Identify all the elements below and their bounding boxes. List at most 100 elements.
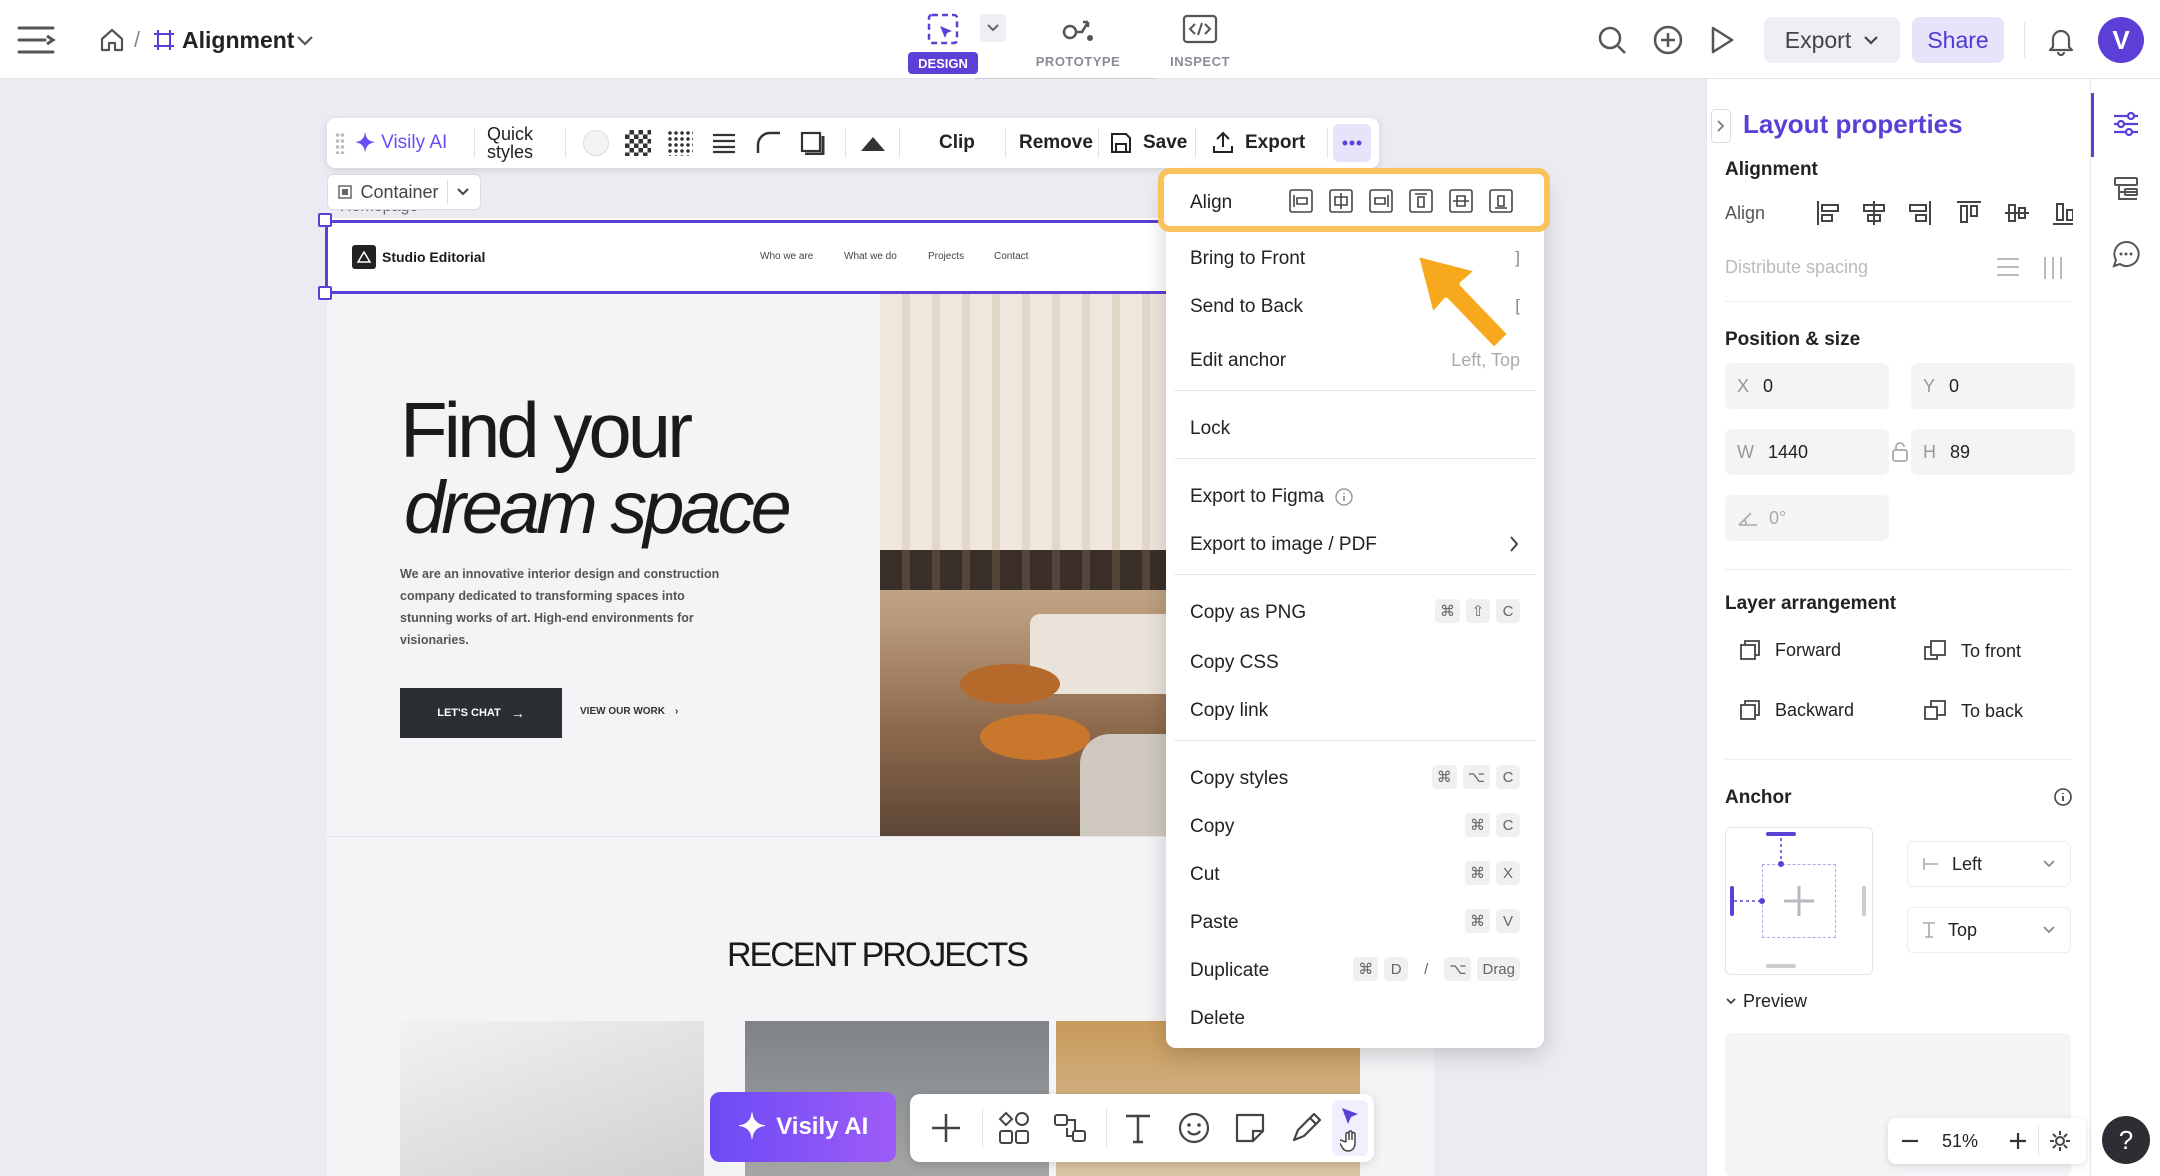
corner-radius-icon[interactable] <box>755 130 783 156</box>
x-field[interactable]: X0 <box>1725 363 1889 409</box>
view-work-label: VIEW OUR WORK <box>580 706 665 717</box>
anchor-horizontal-select[interactable]: Left <box>1907 841 2071 887</box>
menu-item-copy-link[interactable]: Copy link <box>1190 700 1268 722</box>
chevron-down-icon[interactable] <box>294 30 316 52</box>
menu-item-copy-css[interactable]: Copy CSS <box>1190 652 1279 674</box>
zoom-in-icon[interactable] <box>2008 1131 2028 1151</box>
arrow-right-icon: → <box>510 705 525 721</box>
forward-icon <box>1740 640 1760 660</box>
text-icon[interactable] <box>1120 1110 1156 1146</box>
line-style-icon[interactable] <box>711 130 737 156</box>
tab-design[interactable]: DESIGN <box>908 8 978 74</box>
menu-item-cut[interactable]: Cut <box>1190 864 1220 886</box>
menu-item-bring-to-front[interactable]: Bring to Front <box>1190 248 1305 270</box>
sticky-note-icon[interactable] <box>1232 1110 1268 1146</box>
emoji-icon[interactable] <box>1176 1110 1212 1146</box>
menu-item-copy-styles[interactable]: Copy styles <box>1190 768 1288 790</box>
zoom-level[interactable]: 51% <box>1942 1131 1978 1152</box>
align-icons[interactable] <box>1288 188 1528 214</box>
to-back-button[interactable]: To back <box>1923 699 2023 723</box>
home-icon[interactable] <box>96 24 128 56</box>
distribute-icons[interactable] <box>1995 255 2071 281</box>
hero-body: We are an innovative interior design and… <box>400 567 720 647</box>
shortcut: ⌘ D / ⌥ Drag <box>1353 957 1520 981</box>
plus-icon[interactable] <box>928 1110 964 1146</box>
pen-icon[interactable] <box>1288 1110 1324 1146</box>
resize-handle[interactable] <box>318 213 332 227</box>
components-icon[interactable] <box>996 1110 1032 1146</box>
menu-item-paste[interactable]: Paste <box>1190 912 1239 934</box>
anchor-widget[interactable] <box>1725 827 1873 975</box>
quick-styles-button[interactable]: Quick styles <box>487 118 533 168</box>
anchor-vertical-select[interactable]: Top <box>1907 907 2071 953</box>
opacity-icon[interactable] <box>625 130 651 156</box>
pointer-tool-group[interactable] <box>1332 1100 1368 1156</box>
view-work-link[interactable]: VIEW OUR WORK › <box>580 706 678 717</box>
fill-color-swatch[interactable] <box>583 130 609 156</box>
preview-toggle[interactable]: Preview <box>1725 991 1807 1012</box>
play-icon[interactable] <box>1704 22 1740 58</box>
menu-item-lock[interactable]: Lock <box>1190 418 1230 440</box>
menu-item-edit-anchor[interactable]: Edit anchor <box>1190 350 1286 372</box>
search-icon[interactable] <box>1594 22 1630 58</box>
save-button[interactable]: Save <box>1109 118 1187 168</box>
layers-icon[interactable] <box>2111 175 2141 205</box>
cursor-icon[interactable] <box>1340 1106 1360 1126</box>
mountain-icon[interactable] <box>859 130 887 156</box>
to-front-button[interactable]: To front <box>1923 639 2021 663</box>
file-name[interactable]: Alignment <box>182 27 294 54</box>
align-buttons[interactable] <box>1815 199 2073 227</box>
remove-button[interactable]: Remove <box>1019 118 1093 168</box>
clip-button[interactable]: Clip <box>939 118 975 168</box>
menu-icon[interactable] <box>16 20 58 60</box>
container-chip[interactable]: Container <box>327 174 481 210</box>
sliders-icon[interactable] <box>2111 109 2141 139</box>
add-icon[interactable] <box>1650 22 1686 58</box>
y-field[interactable]: Y0 <box>1911 363 2075 409</box>
export-toolbar-button[interactable]: Export <box>1211 118 1305 168</box>
export-button[interactable]: Export <box>1764 17 1900 63</box>
project-image[interactable] <box>400 1021 704 1176</box>
info-icon[interactable] <box>2053 787 2073 807</box>
more-options-button[interactable] <box>1333 124 1371 162</box>
hand-icon[interactable] <box>1340 1130 1360 1152</box>
tab-prototype[interactable]: PROTOTYPE <box>1032 8 1124 74</box>
menu-item-export-figma[interactable]: Export to Figma <box>1190 486 1354 508</box>
zoom-control: 51% <box>1888 1118 2086 1164</box>
shadow-icon[interactable] <box>799 130 827 156</box>
lets-chat-button[interactable]: LET'S CHAT → <box>400 688 562 738</box>
menu-item-copy-png[interactable]: Copy as PNG <box>1190 602 1306 624</box>
visily-ai-button[interactable]: ✦ Visily AI <box>355 118 447 168</box>
drag-handle[interactable] <box>335 132 345 154</box>
flow-icon[interactable] <box>1052 1110 1088 1146</box>
pattern-icon[interactable] <box>667 130 693 156</box>
avatar[interactable]: V <box>2098 17 2144 63</box>
chevron-right-icon: › <box>675 706 679 717</box>
h-label: H <box>1923 441 1936 462</box>
export-button-label: Export <box>1784 26 1852 53</box>
align-row-highlight[interactable]: Align <box>1158 168 1550 232</box>
lock-ratio-icon[interactable] <box>1891 441 1909 463</box>
backward-button[interactable]: Backward <box>1739 699 1854 721</box>
menu-item-delete[interactable]: Delete <box>1190 1008 1245 1030</box>
tab-inspect[interactable]: INSPECT <box>1160 8 1240 74</box>
menu-item-duplicate[interactable]: Duplicate <box>1190 960 1269 982</box>
share-button[interactable]: Share <box>1912 17 2004 63</box>
settings-icon[interactable] <box>2048 1129 2072 1153</box>
rotation-field[interactable]: 0° <box>1725 495 1889 541</box>
bell-icon[interactable] <box>2044 24 2078 58</box>
h-field[interactable]: H 89 <box>1911 429 2075 475</box>
menu-item-send-to-back[interactable]: Send to Back <box>1190 296 1303 318</box>
resize-handle[interactable] <box>318 286 332 300</box>
chevron-down-icon[interactable] <box>980 14 1006 42</box>
zoom-out-icon[interactable] <box>1900 1131 1920 1151</box>
help-button[interactable]: ? <box>2102 1116 2150 1164</box>
shortcut: ⌘ ⌥ C <box>1431 765 1520 789</box>
w-field[interactable]: W 1440 <box>1725 429 1889 475</box>
comment-icon[interactable] <box>2111 239 2141 269</box>
collapse-panel-button[interactable] <box>1711 109 1731 143</box>
visily-ai-bottom-button[interactable]: ✦ Visily AI <box>710 1092 896 1162</box>
forward-button[interactable]: Forward <box>1739 639 1841 661</box>
menu-item-copy[interactable]: Copy <box>1190 816 1234 838</box>
menu-item-export-image[interactable]: Export to image / PDF <box>1190 534 1377 556</box>
